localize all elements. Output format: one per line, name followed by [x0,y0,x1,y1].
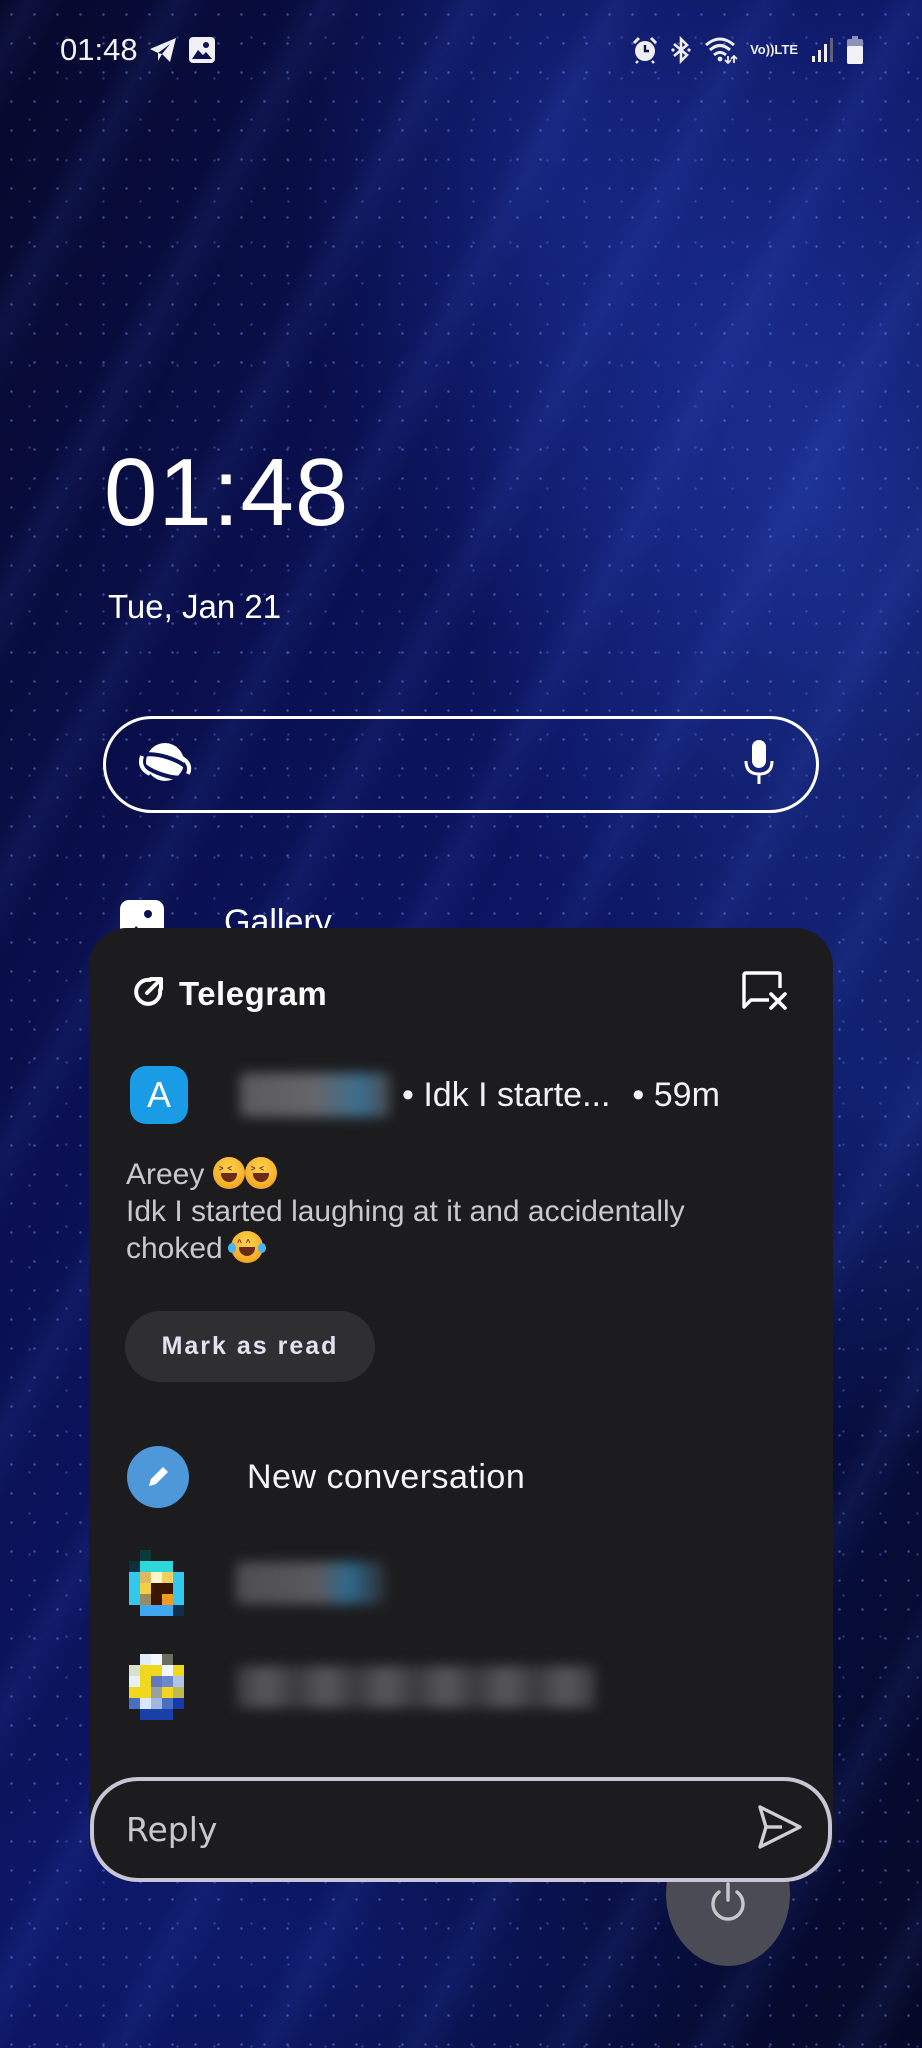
lockscreen-date: Tue, Jan 21 [108,588,282,625]
open-external-icon[interactable] [133,975,165,1012]
reply-field[interactable] [90,1777,832,1882]
new-conversation-label: New conversation [247,1457,526,1496]
tears-of-joy-emoji: ^^ [228,1231,267,1263]
message-body: Areey >< >< Idk I started laughing at it … [126,1156,803,1267]
volte-line1: Vo)) [750,42,775,57]
message-summary-row[interactable]: A • Idk I starte... • 59m [130,1066,793,1124]
wifi-icon [704,36,738,64]
telegram-notification-card[interactable]: Telegram A • Idk I starte... • 59m Areey… [89,928,833,1848]
bluetooth-icon [670,36,692,64]
status-bar: 01:48 Vo)) LTE [60,30,864,70]
reply-input[interactable] [126,1810,726,1849]
message-line1: Areey [126,1158,205,1191]
search-widget[interactable] [103,716,819,813]
contact-item[interactable] [129,1654,596,1720]
pixel-avatar-1 [129,1550,184,1616]
message-preview: • Idk I starte... [402,1075,611,1114]
volte-icon: Vo)) LTE [750,42,798,57]
send-icon[interactable] [756,1804,804,1855]
app-name: Telegram [179,974,328,1012]
message-time: • 59m [632,1075,720,1114]
battery-icon [846,35,864,65]
lockscreen-clock: 01:48 [104,439,350,546]
status-time: 01:48 [60,32,138,67]
pencil-icon [127,1446,189,1508]
contact-name-blurred [236,1562,386,1604]
pixel-avatar-2 [129,1654,184,1720]
laughing-squint-emoji: >< [244,1157,277,1189]
contact-name-blurred [236,1666,596,1708]
laughing-squint-emoji: >< [212,1157,245,1189]
message-line2: Idk I started laughing at it and acciden… [126,1195,685,1228]
sender-avatar: A [130,1066,188,1124]
mark-as-read-button[interactable]: Mark as read [125,1311,375,1382]
alarm-icon [632,36,658,64]
power-icon [706,1882,750,1931]
volte-line2: LTE [774,42,798,57]
telegram-icon [148,36,178,64]
notification-header: Telegram [133,970,789,1017]
new-conversation-button[interactable]: New conversation [127,1446,525,1508]
dismiss-chat-icon[interactable] [741,970,789,1017]
browser-planet-icon[interactable] [136,736,194,793]
contact-item[interactable] [129,1550,386,1616]
microphone-icon[interactable] [742,739,776,790]
sender-name-blurred [240,1073,390,1117]
message-line3: choked [126,1232,223,1265]
signal-icon [810,36,834,64]
gallery-notification-icon [188,36,216,64]
